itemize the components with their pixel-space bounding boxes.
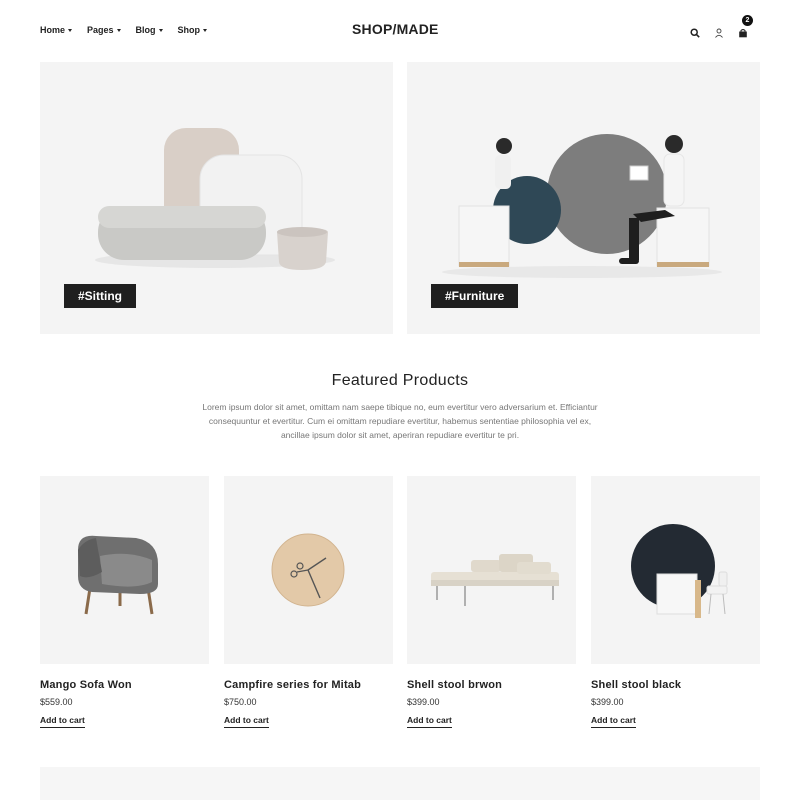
product-image[interactable] — [224, 476, 393, 664]
product-name[interactable]: Mango Sofa Won — [40, 679, 209, 691]
header-actions: 2 — [690, 15, 753, 38]
product-image[interactable] — [591, 476, 760, 664]
product-image[interactable] — [407, 476, 576, 664]
caret-down-icon — [68, 28, 73, 32]
product-price: $399.00 — [591, 697, 624, 707]
featured-title: Featured Products — [331, 372, 469, 389]
nav-item-label: Pages — [87, 25, 114, 35]
product-name[interactable]: Shell stool black — [591, 679, 760, 691]
armchair-illustration — [78, 535, 158, 615]
banner-furniture[interactable]: #Furniture — [407, 62, 760, 334]
product-card: Campfire series for Mitab $750.00 Add to… — [224, 476, 393, 728]
add-to-cart-button[interactable]: Add to cart — [224, 715, 269, 728]
product-card: Mango Sofa Won $559.00 Add to cart — [40, 476, 209, 728]
daybed-illustration — [431, 554, 559, 606]
product-price: $750.00 — [224, 697, 257, 707]
featured-description: Lorem ipsum dolor sit amet, omittam nam … — [202, 402, 598, 440]
product-name[interactable]: Campfire series for Mitab — [224, 679, 393, 691]
site-logo[interactable]: SHOP/MADE — [352, 21, 439, 37]
add-to-cart-button[interactable]: Add to cart — [40, 715, 85, 728]
nav-item-pages[interactable]: Pages — [87, 25, 121, 35]
search-icon[interactable] — [690, 25, 700, 38]
nav-item-shop[interactable]: Shop — [178, 25, 208, 35]
clock-illustration — [271, 533, 345, 607]
nav-item-label: Blog — [135, 25, 156, 35]
cart-icon[interactable]: 2 — [738, 15, 753, 38]
caret-down-icon — [116, 28, 121, 32]
user-icon[interactable] — [714, 25, 724, 38]
add-to-cart-button[interactable]: Add to cart — [407, 715, 452, 728]
cart-count-badge: 2 — [742, 15, 753, 26]
add-to-cart-button[interactable]: Add to cart — [591, 715, 636, 728]
nav-item-blog[interactable]: Blog — [136, 25, 163, 35]
nav-item-home[interactable]: Home — [40, 25, 73, 35]
product-price: $559.00 — [40, 697, 73, 707]
product-card: Shell stool brwon $399.00 Add to cart — [407, 476, 576, 728]
banner-tag[interactable]: #Sitting — [64, 284, 136, 308]
shell-stool-illustration — [631, 524, 728, 618]
main-nav: Home Pages Blog Shop — [40, 25, 208, 35]
product-name[interactable]: Shell stool brwon — [407, 679, 576, 691]
product-price: $399.00 — [407, 697, 440, 707]
site-header: Home Pages Blog Shop SHOP/MADE 2 — [0, 0, 800, 62]
product-image[interactable] — [40, 476, 209, 664]
nav-item-label: Shop — [177, 25, 201, 35]
caret-down-icon — [203, 28, 208, 32]
banner-tag[interactable]: #Furniture — [431, 284, 519, 308]
product-card: Shell stool black $399.00 Add to cart — [591, 476, 760, 728]
nav-item-label: Home — [40, 25, 66, 35]
caret-down-icon — [158, 28, 163, 32]
banner-sitting[interactable]: #Sitting — [40, 62, 393, 334]
next-section-banner — [40, 767, 760, 800]
